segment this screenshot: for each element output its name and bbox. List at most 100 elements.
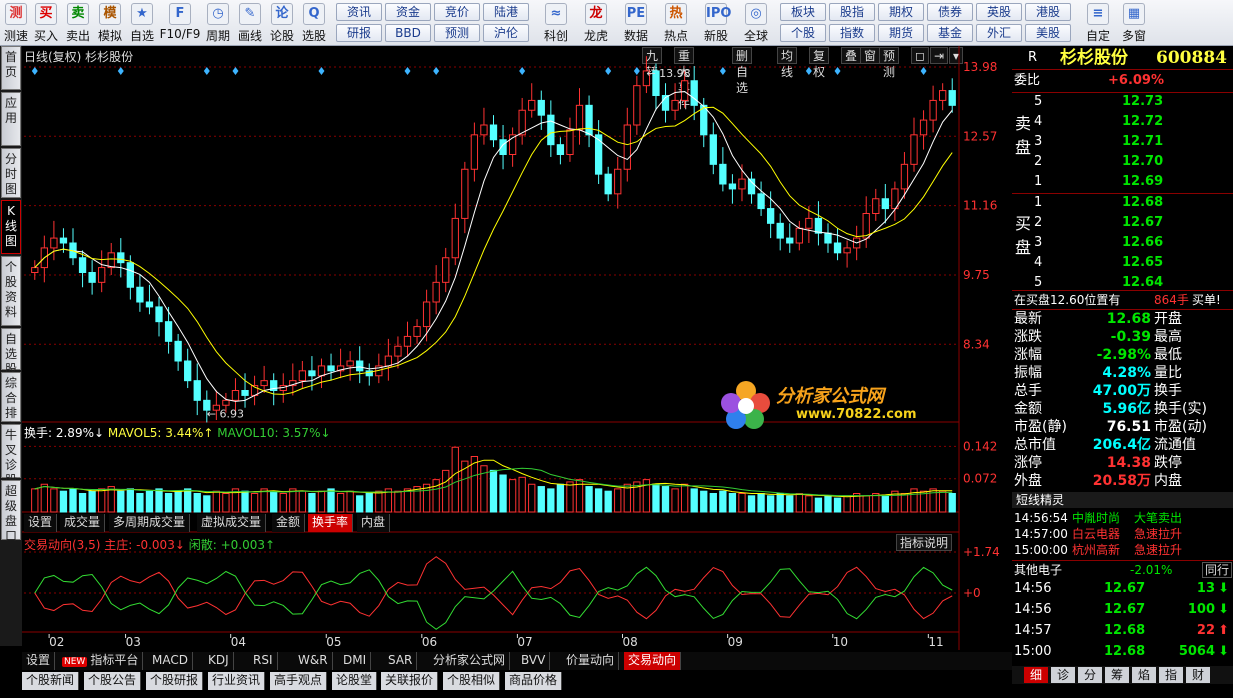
quote-tab-财[interactable]: 财 [1186,667,1210,683]
left-tab-应用[interactable]: 应用 [1,92,21,146]
left-tab-牛叉诊股[interactable]: 牛叉诊股 [1,424,21,487]
left-tab-分时图[interactable]: 分时图 [1,148,21,198]
market-基金-button[interactable]: 基金 [927,24,973,42]
left-tab-自选股[interactable]: 自选股 [1,328,21,376]
quick-预测-button[interactable]: 预测 [434,24,480,42]
market-债券-button[interactable]: 债券 [927,3,973,21]
market-外汇-button[interactable]: 外汇 [976,24,1022,42]
volume-tab-金额[interactable]: 金额 [272,514,306,532]
toolbar-全球-button[interactable]: ◎ 全球 [736,2,776,44]
quote-tab-细[interactable]: 细 [1024,667,1048,683]
market-美股-button[interactable]: 美股 [1025,24,1071,42]
news-tab-行业资讯[interactable]: 行业资讯 [208,672,266,690]
toolbar-多窗-button[interactable]: ▦ 多窗 [1116,2,1152,44]
quick-竞价-button[interactable]: 竞价 [434,3,480,21]
indicator-tab-RSI[interactable]: RSI [249,652,278,670]
kline-chart-area[interactable]: 日线(复权) 杉杉股份 九转重大事件删自选均线复权叠窗预测◻⇥▾ 13.9812… [22,46,1012,650]
toolbar-热点-button[interactable]: 热热点 [656,2,696,44]
indicator-tab-W&R[interactable]: W&R [294,652,333,670]
toolbar-买入-button[interactable]: 买买入 [30,2,62,44]
quote-tab-诊[interactable]: 诊 [1051,667,1075,683]
sector-peer-button[interactable]: 同行 [1202,562,1233,578]
news-tab-商品价格[interactable]: 商品价格 [505,672,563,690]
market-板块-button[interactable]: 板块 [780,3,826,21]
stat-row: 涨停 14.38 跌停 [1014,455,1182,471]
toolbar-卖出-button[interactable]: 卖卖出 [62,2,94,44]
sprite-item[interactable]: 14:56:54 中胤时尚 大笔卖出 [1012,510,1233,526]
toolbar-自定-button[interactable]: ≡ 自定 [1080,2,1116,44]
indicator-tab-MACD[interactable]: MACD [148,652,193,670]
toolbar-龙虎-button[interactable]: 龙龙虎 [576,2,616,44]
volume-tab-内盘[interactable]: 内盘 [357,514,391,532]
news-tab-论股堂[interactable]: 论股堂 [332,672,378,690]
news-tab-关联报价[interactable]: 关联报价 [381,672,439,690]
left-tab-首页[interactable]: 首页 [1,46,21,90]
quick-陆港-button[interactable]: 陆港 [483,3,529,21]
toolbar-选股-button[interactable]: Q 选股 [298,2,330,44]
toolbar-新股-button[interactable]: IPO 新股 [696,2,736,44]
indicator-tab-设置[interactable]: 设置 [22,652,56,670]
toolbar-测速-button[interactable]: 测测速 [2,2,30,44]
chart-canvas[interactable]: 13.98 12.57 11.16 9.75 8.34 ← 13.98 ← 6.93 0.14… [22,46,1012,650]
quote-tab-筹[interactable]: 筹 [1105,667,1129,683]
toolbar-科创-button[interactable]: ≈ 科创 [536,2,576,44]
candle-body [709,134,717,165]
indicator-tab-分析家公式网[interactable]: 分析家公式网 [429,652,511,670]
market-期权-button[interactable]: 期权 [878,3,924,21]
toolbar-数据-button[interactable]: PE 数据 [616,2,656,44]
left-tab-K线图[interactable]: K线图 [1,200,21,254]
candle-body [174,340,182,362]
market-个股-button[interactable]: 个股 [780,24,826,42]
indicator-tab-BVV[interactable]: BVV [517,652,551,670]
news-tab-个股研报[interactable]: 个股研报 [146,672,204,690]
quick-BBD-button[interactable]: BBD [385,24,431,42]
toolbar-画线-button[interactable]: ✎ 画线 [234,2,266,44]
market-期货-button[interactable]: 期货 [878,24,924,42]
news-tab-高手观点[interactable]: 高手观点 [270,672,328,690]
toolbar-自选-button[interactable]: ★ 自选 [126,2,158,44]
indicator-help-button[interactable]: 指标说明 [896,534,953,551]
toolbar-周期-button[interactable]: ◷ 周期 [202,2,234,44]
quote-tab-焰[interactable]: 焰 [1132,667,1156,683]
volume-tab-成交量[interactable]: 成交量 [60,514,106,532]
sprite-item[interactable]: 15:00:00 杭州高新 急速拉升 [1012,542,1233,558]
toolbar-模拟-button[interactable]: 模模拟 [94,2,126,44]
market-股指-button[interactable]: 股指 [829,3,875,21]
news-tab-个股公告[interactable]: 个股公告 [84,672,142,690]
indicator-tab-交易动向[interactable]: 交易动向 [624,652,682,670]
toolbar-F10/F9-button[interactable]: F F10/F9 [158,2,202,44]
volume-tab-换手率[interactable]: 换手率 [308,514,354,532]
volume-bar [776,493,784,513]
volume-bar [432,479,440,513]
quick-资金-button[interactable]: 资金 [385,3,431,21]
indicator-tab-SAR[interactable]: SAR [384,652,418,670]
left-tab-综合排名[interactable]: 综合排名 [1,372,21,435]
quote-tab-指[interactable]: 指 [1159,667,1183,683]
quick-资讯-button[interactable]: 资讯 [336,3,382,21]
left-tab-超级盘口[interactable]: 超级盘口 [1,480,21,543]
market-英股-button[interactable]: 英股 [976,3,1022,21]
news-tab-个股新闻[interactable]: 个股新闻 [22,672,80,690]
indicator-tab-指标平台[interactable]: NEW 指标平台 [58,652,144,670]
indicator-tab-价量动向[interactable]: 价量动向 [562,652,620,670]
volume-tab-虚拟成交量[interactable]: 虚拟成交量 [197,514,267,532]
quote-tab-分[interactable]: 分 [1078,667,1102,683]
candle-body [117,252,125,264]
indicator-tab-KDJ[interactable]: KDJ [204,652,234,670]
quick-研报-button[interactable]: 研报 [336,24,382,42]
order-row: 1 12.69 [1034,174,1164,189]
candle-body [442,257,450,283]
indicator-tab-DMI[interactable]: DMI [339,652,372,670]
candle-body [537,99,545,116]
left-tab-个股资料[interactable]: 个股资料 [1,256,21,326]
sprite-item[interactable]: 14:57:00 白云电器 急速拉升 [1012,526,1233,542]
market-指数-button[interactable]: 指数 [829,24,875,42]
month-label: 04 [231,635,246,649]
volume-tab-多周期成交量[interactable]: 多周期成交量 [109,514,191,532]
volume-bar [728,493,737,513]
volume-tab-设置[interactable]: 设置 [24,514,58,532]
news-tab-个股相似[interactable]: 个股相似 [443,672,501,690]
market-港股-button[interactable]: 港股 [1025,3,1071,21]
toolbar-论股-button[interactable]: 论论股 [266,2,298,44]
quick-沪伦-button[interactable]: 沪伦 [483,24,529,42]
